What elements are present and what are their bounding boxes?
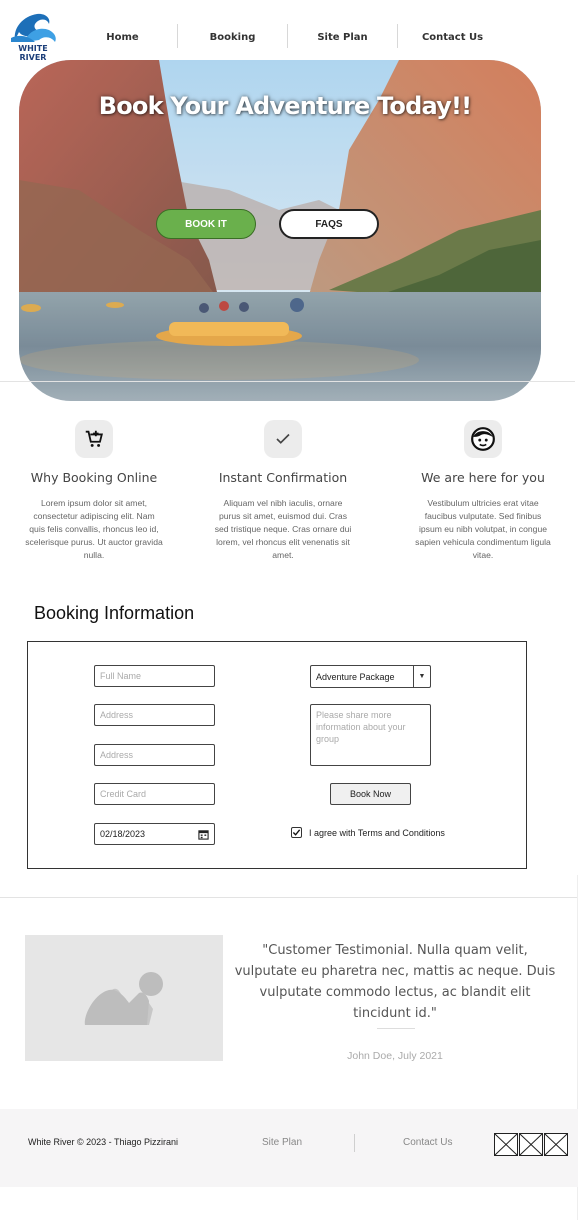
testimonial-author: John Doe, July 2021 (347, 1050, 443, 1062)
credit-card-input[interactable]: Credit Card (94, 783, 215, 805)
terms-checkbox[interactable] (291, 827, 302, 838)
address-line2-input[interactable]: Address (94, 744, 215, 766)
package-select[interactable]: Adventure Package ▼ (310, 665, 431, 688)
terms-row: I agree with Terms and Conditions (291, 827, 445, 838)
check-icon (292, 829, 301, 836)
booking-section-title: Booking Information (34, 603, 195, 623)
booking-form: Full Name Address Address Credit Card 02… (27, 641, 527, 869)
feature-title: Instant Confirmation (218, 470, 348, 485)
address-input[interactable]: Address (94, 704, 215, 726)
nav-site-plan[interactable]: Site Plan (288, 24, 397, 50)
copyright-text: White River © 2023 - Thiago Pizzirani (28, 1137, 179, 1147)
face-icon (464, 420, 502, 458)
nav-booking[interactable]: Booking (178, 24, 287, 50)
full-name-input[interactable]: Full Name (94, 665, 215, 687)
feature-title: Why Booking Online (30, 470, 158, 485)
social-icon-placeholder[interactable] (544, 1133, 568, 1156)
footer-link-contact-us[interactable]: Contact Us (403, 1137, 452, 1148)
site-header: WHITE RIVER Home Booking Site Plan Conta… (0, 0, 581, 62)
section-divider (0, 897, 578, 898)
footer-divider (354, 1134, 355, 1152)
testimonial-quote: "Customer Testimonial. Nulla quam velit,… (234, 943, 556, 1021)
image-placeholder-icon (25, 935, 223, 1061)
footer-link-site-plan[interactable]: Site Plan (262, 1137, 302, 1148)
nav-home[interactable]: Home (68, 24, 177, 50)
section-divider (0, 381, 575, 382)
cart-add-icon (75, 420, 113, 458)
book-now-button[interactable]: Book Now (330, 783, 411, 805)
feature-instant-confirmation: Instant Confirmation Aliquam vel nibh ia… (208, 420, 358, 562)
nav-contact-us[interactable]: Contact Us (398, 24, 507, 50)
hero-banner: Book Your Adventure Today!! BOOK IT FAQS (19, 60, 541, 401)
feature-title: We are here for you (421, 470, 545, 485)
chevron-down-icon[interactable]: ▼ (413, 666, 430, 687)
site-footer: White River © 2023 - Thiago Pizzirani Si… (0, 1109, 578, 1187)
faqs-button[interactable]: FAQS (279, 209, 379, 239)
feature-text: Lorem ipsum dolor sit amet, consectetur … (25, 498, 163, 560)
testimonial-divider (377, 1028, 415, 1029)
feature-text: Aliquam vel nibh iaculis, ornare purus s… (214, 498, 352, 560)
hero-title: Book Your Adventure Today!! (98, 92, 472, 120)
date-value: 02/18/2023 (100, 829, 146, 839)
book-it-button[interactable]: BOOK IT (156, 209, 256, 239)
social-icon-placeholder[interactable] (519, 1133, 543, 1156)
package-selected-value: Adventure Package (316, 671, 395, 682)
date-input[interactable]: 02/18/2023 (94, 823, 215, 845)
group-info-textarea[interactable]: Please share more information about your… (310, 704, 431, 766)
feature-here-for-you: We are here for you Vestibulum ultricies… (408, 420, 558, 562)
main-nav: Home Booking Site Plan Contact Us (68, 24, 508, 50)
feature-why-booking-online: Why Booking Online Lorem ipsum dolor sit… (19, 420, 169, 562)
social-icon-placeholder[interactable] (494, 1133, 518, 1156)
checkmark-icon (264, 420, 302, 458)
feature-text: Vestibulum ultricies erat vitae faucibus… (415, 498, 551, 560)
wave-logo-icon (11, 13, 56, 42)
white-river-logo[interactable]: WHITE RIVER (5, 8, 61, 62)
calendar-icon[interactable] (192, 824, 214, 844)
terms-label: I agree with Terms and Conditions (309, 827, 445, 838)
